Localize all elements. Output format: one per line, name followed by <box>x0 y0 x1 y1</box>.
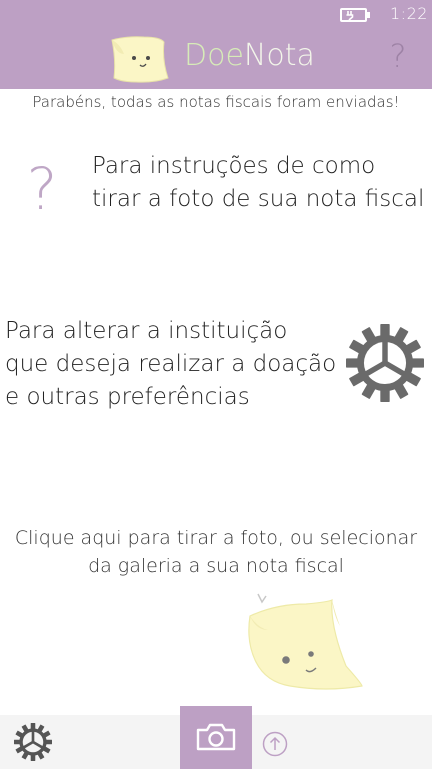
question-mark-icon: ? <box>26 155 58 223</box>
instructions-text: Para instruções de como tirar a foto de … <box>92 153 425 212</box>
status-message: Parabéns, todas as notas fiscais foram e… <box>32 93 400 111</box>
app-title: DoeNota <box>184 38 315 73</box>
app-title-part1: Doe <box>184 38 244 73</box>
header-bar: 1:22 DoeNota ? <box>0 0 432 89</box>
upload-icon[interactable] <box>262 731 288 757</box>
preferences-text: Para alterar a instituição que deseja re… <box>5 318 337 410</box>
mascot-illustration <box>248 593 363 690</box>
gear-icon[interactable] <box>14 723 52 761</box>
battery-charging-icon <box>340 8 370 22</box>
camera-icon <box>196 723 236 751</box>
camera-hint-text: Clique aqui para tirar a foto, ou seleci… <box>14 527 418 577</box>
preferences-link[interactable]: Para alterar a instituição que deseja re… <box>0 312 432 417</box>
instructions-link[interactable]: ? Para instruções de como tirar a foto d… <box>0 146 432 230</box>
camera-button[interactable] <box>180 706 252 769</box>
app-bar <box>0 706 432 769</box>
help-button[interactable]: ? <box>382 36 414 76</box>
mascot-logo-icon <box>111 36 169 83</box>
app-title-part2: Nota <box>243 38 315 73</box>
app-screen: 1:22 DoeNota ? Parabéns, todas as notas … <box>0 0 432 769</box>
gear-icon <box>346 324 424 402</box>
status-time: 1:22 <box>390 4 428 23</box>
